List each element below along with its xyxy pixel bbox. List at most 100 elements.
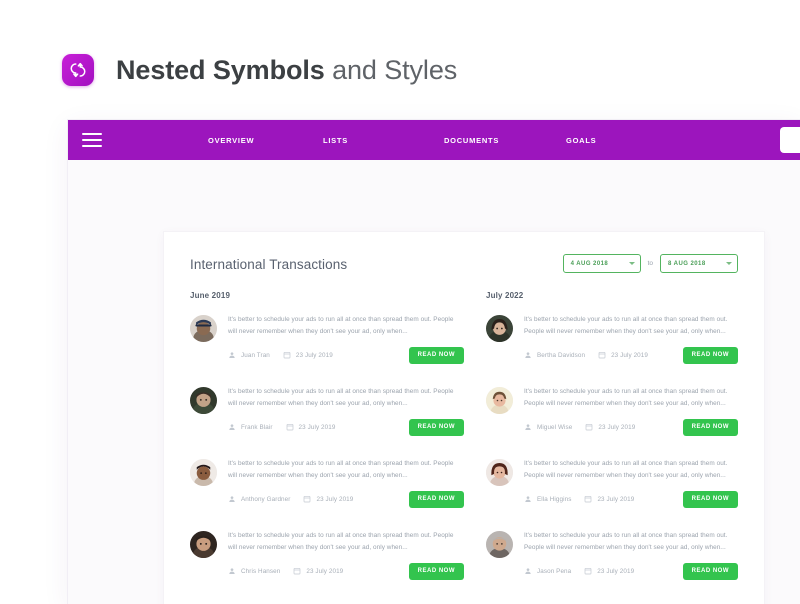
calendar-icon bbox=[584, 568, 592, 575]
list-item[interactable]: It's better to schedule your ads to run … bbox=[190, 314, 464, 364]
user-icon bbox=[229, 496, 235, 503]
post-text: It's better to schedule your ads to run … bbox=[228, 387, 454, 408]
post-text: It's better to schedule your ads to run … bbox=[228, 459, 454, 480]
author-name: Anthony Gardner bbox=[241, 495, 291, 503]
post-text: It's better to schedule your ads to run … bbox=[228, 531, 454, 552]
nav-item-overview[interactable]: OVERVIEW bbox=[208, 132, 323, 149]
list-item-body: It's better to schedule your ads to run … bbox=[524, 458, 738, 508]
author-meta: Juan Tran bbox=[228, 351, 270, 359]
calendar-icon bbox=[286, 424, 293, 431]
post-meta: Frank Blair 23 July 2019 READ NOW bbox=[228, 418, 464, 436]
post-text: It's better to schedule your ads to run … bbox=[524, 316, 728, 336]
user-icon bbox=[525, 424, 531, 431]
date-meta: 23 July 2019 bbox=[283, 351, 333, 359]
author-name: Miguel Wise bbox=[537, 423, 573, 431]
date-meta: 23 July 2019 bbox=[584, 567, 634, 575]
read-now-button[interactable]: READ NOW bbox=[682, 490, 738, 508]
nav-item-lists[interactable]: LISTS bbox=[323, 132, 444, 149]
transactions-panel: International Transactions 4 AUG 2018 to… bbox=[164, 232, 764, 604]
column-july: July 2022 It's better to schedule your a… bbox=[464, 291, 738, 580]
author-name: Frank Blair bbox=[241, 423, 273, 431]
date-meta: 23 July 2019 bbox=[303, 495, 353, 503]
column-june: June 2019 It's better to schedule your a… bbox=[190, 291, 464, 580]
avatar bbox=[190, 315, 217, 342]
read-now-button[interactable]: READ NOW bbox=[408, 562, 464, 580]
hamburger-menu-icon[interactable] bbox=[82, 133, 102, 147]
date-to-value: 8 AUG 2018 bbox=[668, 260, 706, 267]
panel-header: International Transactions 4 AUG 2018 to… bbox=[190, 254, 738, 273]
chevron-down-icon bbox=[726, 262, 732, 265]
post-date: 23 July 2019 bbox=[298, 423, 336, 431]
date-meta: 23 July 2019 bbox=[286, 423, 336, 431]
list-item-body: It's better to schedule your ads to run … bbox=[228, 314, 464, 364]
page-header: Nested Symbols and Styles bbox=[0, 0, 800, 100]
date-from-value: 4 AUG 2018 bbox=[570, 260, 609, 267]
read-now-button[interactable]: READ NOW bbox=[682, 562, 738, 580]
nav-item-goals[interactable]: GOALS bbox=[566, 132, 686, 149]
author-meta: Anthony Gardner bbox=[228, 495, 290, 503]
post-meta: Chris Hansen 23 July 2019 READ NOW bbox=[228, 562, 464, 580]
list-item-body: It's better to schedule your ads to run … bbox=[524, 530, 738, 580]
list-item-body: It's better to schedule your ads to run … bbox=[228, 386, 464, 436]
post-date: 23 July 2019 bbox=[597, 495, 635, 503]
column-heading: June 2019 bbox=[190, 291, 231, 300]
user-icon bbox=[229, 568, 235, 575]
nav-links: OVERVIEW LISTS DOCUMENTS GOALS bbox=[208, 132, 686, 149]
user-icon bbox=[525, 568, 531, 575]
date-range-picker: 4 AUG 2018 to 8 AUG 2018 bbox=[562, 254, 738, 273]
column-heading: July 2022 bbox=[486, 291, 524, 300]
user-icon bbox=[525, 496, 531, 503]
loop-arrows-icon bbox=[62, 54, 94, 86]
avatar bbox=[486, 386, 513, 414]
post-date: 23 July 2019 bbox=[316, 495, 354, 503]
read-now-button[interactable]: READ NOW bbox=[682, 418, 738, 436]
author-meta: Ella Higgins bbox=[524, 495, 571, 503]
date-to-select[interactable]: 8 AUG 2018 bbox=[660, 254, 738, 273]
avatar bbox=[190, 458, 217, 486]
read-now-button[interactable]: READ NOW bbox=[408, 490, 464, 508]
post-columns: June 2019 It's better to schedule your a… bbox=[190, 291, 738, 580]
date-meta: 23 July 2019 bbox=[598, 351, 648, 359]
date-meta: 23 July 2019 bbox=[293, 567, 343, 575]
user-icon bbox=[525, 352, 531, 359]
post-text: It's better to schedule your ads to run … bbox=[524, 387, 728, 408]
page-title-light: and Styles bbox=[324, 54, 458, 85]
content-canvas: International Transactions 4 AUG 2018 to… bbox=[68, 160, 800, 604]
post-meta: Miguel Wise 23 July 2019 READ NOW bbox=[524, 418, 738, 436]
list-item[interactable]: It's better to schedule your ads to run … bbox=[486, 530, 738, 580]
page-title-bold: Nested Symbols bbox=[116, 54, 325, 85]
post-text: It's better to schedule your ads to run … bbox=[228, 316, 454, 336]
top-navbar: OVERVIEW LISTS DOCUMENTS GOALS bbox=[68, 120, 800, 160]
read-now-button[interactable]: READ NOW bbox=[408, 346, 464, 364]
list-item[interactable]: It's better to schedule your ads to run … bbox=[190, 386, 464, 436]
nav-right-action-chip[interactable] bbox=[780, 127, 800, 153]
list-item-body: It's better to schedule your ads to run … bbox=[524, 386, 738, 436]
nav-item-documents[interactable]: DOCUMENTS bbox=[444, 132, 566, 149]
post-meta: Jason Pena 23 July 2019 READ NOW bbox=[524, 562, 738, 580]
author-name: Chris Hansen bbox=[241, 567, 281, 575]
post-meta: Juan Tran 23 July 2019 READ NOW bbox=[228, 346, 464, 364]
date-meta: 23 July 2019 bbox=[585, 423, 635, 431]
author-meta: Jason Pena bbox=[524, 567, 571, 575]
post-meta: Anthony Gardner 23 July 2019 READ NOW bbox=[228, 490, 464, 508]
post-text: It's better to schedule your ads to run … bbox=[524, 459, 728, 480]
list-item[interactable]: It's better to schedule your ads to run … bbox=[190, 530, 464, 580]
post-text: It's better to schedule your ads to run … bbox=[524, 531, 728, 552]
read-now-button[interactable]: READ NOW bbox=[408, 418, 464, 436]
list-item[interactable]: It's better to schedule your ads to run … bbox=[486, 386, 738, 436]
post-date: 23 July 2019 bbox=[598, 423, 636, 431]
list-item[interactable]: It's better to schedule your ads to run … bbox=[190, 458, 464, 508]
list-item-body: It's better to schedule your ads to run … bbox=[524, 314, 738, 364]
calendar-icon bbox=[586, 424, 593, 431]
author-name: Ella Higgins bbox=[537, 495, 572, 503]
author-name: Bertha Davidson bbox=[537, 351, 586, 359]
date-from-select[interactable]: 4 AUG 2018 bbox=[562, 254, 641, 273]
list-item-body: It's better to schedule your ads to run … bbox=[228, 530, 464, 580]
read-now-button[interactable]: READ NOW bbox=[682, 346, 738, 364]
list-item[interactable]: It's better to schedule your ads to run … bbox=[486, 314, 738, 364]
user-icon bbox=[229, 352, 235, 359]
avatar bbox=[190, 386, 217, 414]
avatar bbox=[486, 530, 513, 558]
list-item[interactable]: It's better to schedule your ads to run … bbox=[486, 458, 738, 508]
author-meta: Chris Hansen bbox=[228, 567, 280, 575]
